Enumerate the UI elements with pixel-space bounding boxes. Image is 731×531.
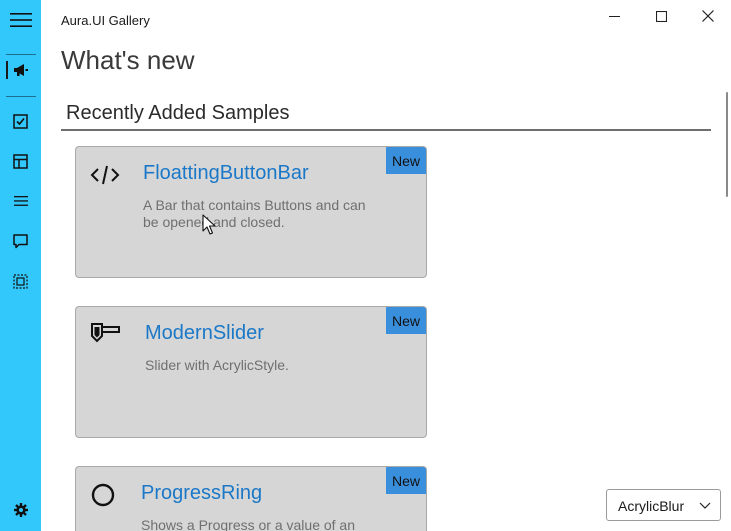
sample-card-floatingbuttonbar[interactable]: FloattingButtonBar A Bar that contains B… <box>75 146 427 278</box>
close-button[interactable] <box>685 0 731 32</box>
section-title: Recently Added Samples <box>66 102 290 124</box>
message-icon <box>13 233 28 248</box>
progress-ring-icon <box>86 478 120 512</box>
code-icon <box>88 158 122 192</box>
card-description: Slider with AcrylicStyle. <box>145 357 289 373</box>
new-badge: New <box>386 147 426 174</box>
section-header: Recently Added Samples <box>61 100 711 131</box>
megaphone-icon <box>13 64 28 76</box>
dropdown-selected-value: AcrylicBlur <box>618 498 685 514</box>
hamburger-menu-button[interactable] <box>0 5 41 35</box>
chevron-down-icon <box>699 502 711 509</box>
card-description: A Bar that contains Buttons and can be o… <box>143 197 366 230</box>
sidebar-nav <box>0 0 41 531</box>
sidebar-item-checkbox[interactable] <box>0 106 41 136</box>
vertical-scrollbar[interactable] <box>726 92 728 197</box>
maximize-icon <box>655 10 667 22</box>
sidebar-item-list[interactable] <box>0 186 41 216</box>
sidebar-item-settings[interactable] <box>0 495 41 525</box>
minimize-icon <box>608 15 620 17</box>
card-title: FloattingButtonBar <box>143 162 309 184</box>
sample-card-modernslider[interactable]: ModernSlider Slider with AcrylicStyle. N… <box>75 306 427 438</box>
minimize-button[interactable] <box>591 0 637 32</box>
gear-icon <box>13 503 28 517</box>
sidebar-separator <box>6 96 36 97</box>
maximize-button[interactable] <box>638 0 684 32</box>
sidebar-item-layout[interactable] <box>0 146 41 176</box>
sidebar-item-window[interactable] <box>0 266 41 296</box>
app-window: Aura.UI Gallery What's new Recently Adde… <box>0 0 731 531</box>
slider-icon <box>88 318 122 352</box>
hamburger-menu-icon <box>9 13 32 27</box>
theme-dropdown[interactable]: AcrylicBlur <box>606 489 721 521</box>
new-badge: New <box>386 307 426 334</box>
app-title: Aura.UI Gallery <box>61 13 150 28</box>
card-title: ProgressRing <box>141 482 263 504</box>
layout-icon <box>13 153 28 169</box>
new-badge: New <box>386 467 426 494</box>
page-title: What's new <box>61 45 195 75</box>
close-icon <box>702 10 714 22</box>
mouse-cursor-icon <box>202 214 216 235</box>
window-frame-icon <box>13 273 28 289</box>
checkbox-icon <box>13 113 28 129</box>
card-description: Shows a Progress or a value of an <box>141 517 356 531</box>
card-title: ModernSlider <box>145 322 264 344</box>
title-bar: Aura.UI Gallery <box>41 0 731 38</box>
list-icon <box>13 196 28 206</box>
sidebar-item-whats-new[interactable] <box>0 55 41 85</box>
sidebar-item-dialog[interactable] <box>0 226 41 256</box>
sample-card-progressring[interactable]: ProgressRing Shows a Progress or a value… <box>75 466 427 531</box>
